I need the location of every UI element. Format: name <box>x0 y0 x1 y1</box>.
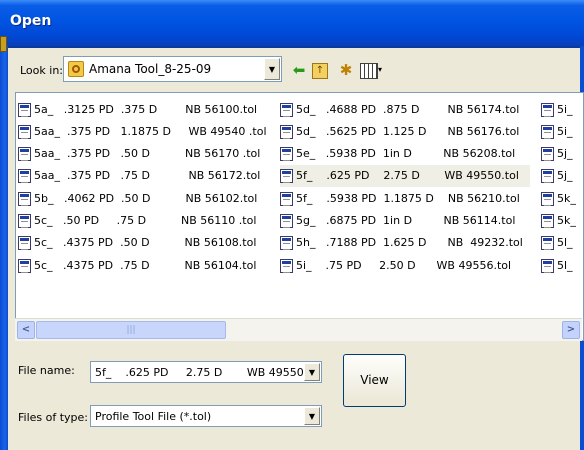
file-name-text: 5j_ <box>557 169 573 182</box>
files-of-type-label: Files of type: <box>18 411 89 424</box>
tol-file-icon <box>541 259 554 273</box>
tol-file-icon <box>280 103 293 117</box>
tol-file-icon <box>280 169 293 183</box>
tol-file-icon <box>541 236 554 250</box>
file-name-text: 5aa_ .375 PD 1.1875 D WB 49540 .tol <box>34 125 267 138</box>
look-in-label: Look in: <box>20 64 63 77</box>
look-in-value: Amana Tool_8-25-09 <box>89 62 212 76</box>
file-name-text: 5e_ .5938 PD 1in D NB 56208.tol <box>296 147 516 160</box>
tol-file-icon <box>541 147 554 161</box>
file-name-text: 5a_ .3125 PD .375 D NB 56100.tol <box>34 103 258 116</box>
scroll-right-icon[interactable]: > <box>562 321 580 339</box>
list-item[interactable]: 5aa_ .375 PD 1.1875 D WB 49540 .tol <box>18 121 267 143</box>
up-folder-icon[interactable]: ↑ <box>312 63 328 79</box>
scroll-left-icon[interactable]: < <box>17 321 35 339</box>
scroll-thumb[interactable]: ||| <box>36 321 226 339</box>
file-name-text: 5i_ <box>557 125 573 138</box>
file-name-text: 5aa_ .375 PD .50 D NB 56170 .tol <box>34 147 261 160</box>
list-item[interactable]: 5i_ <box>541 99 583 121</box>
tol-file-icon <box>541 169 554 183</box>
chevron-down-icon[interactable]: ▼ <box>304 363 320 381</box>
tol-file-icon <box>280 125 293 139</box>
list-item[interactable]: 5f_ .625 PD 2.75 D WB 49550.tol <box>280 165 530 187</box>
tol-file-icon <box>280 192 293 206</box>
file-name-text: 5d_ .5625 PD 1.125 D NB 56176.tol <box>296 125 520 138</box>
tol-file-icon <box>280 214 293 228</box>
tol-file-icon <box>541 103 554 117</box>
file-name-text: 5j_ <box>557 147 573 160</box>
list-item[interactable]: 5c_ .50 PD .75 D NB 56110 .tol <box>18 210 266 232</box>
list-item[interactable]: 5c_ .4375 PD .75 D NB 56104.tol <box>18 255 266 277</box>
file-name-text: 5c_ .4375 PD .50 D NB 56108.tol <box>34 236 257 249</box>
file-name-text: 5k_ <box>557 192 576 205</box>
list-item[interactable]: 5l_ <box>541 255 583 277</box>
tol-file-icon <box>541 125 554 139</box>
list-item[interactable]: 5k_ <box>541 188 583 210</box>
folder-icon <box>68 61 84 77</box>
tol-file-icon <box>18 125 31 139</box>
list-item[interactable]: 5d_ .4688 PD .875 D NB 56174.tol <box>280 99 530 121</box>
file-name-text: 5i_ <box>557 103 573 116</box>
chevron-down-icon[interactable]: ▼ <box>304 407 320 425</box>
file-name-text: 5d_ .4688 PD .875 D NB 56174.tol <box>296 103 520 116</box>
back-icon[interactable]: ⬅ <box>289 60 309 80</box>
tol-file-icon <box>18 169 31 183</box>
file-name-text: 5c_ .4375 PD .75 D NB 56104.tol <box>34 259 257 272</box>
file-name-text: 5g_ .6875 PD 1in D NB 56114.tol <box>296 214 516 227</box>
list-item[interactable]: 5k_ <box>541 210 583 232</box>
list-item[interactable]: 5h_ .7188 PD 1.625 D NB 49232.tol <box>280 232 530 254</box>
files-of-type-select[interactable]: Profile Tool File (*.tol) ▼ <box>90 405 322 427</box>
tol-file-icon <box>541 214 554 228</box>
list-item[interactable]: 5b_ .4062 PD .50 D NB 56102.tol <box>18 188 266 210</box>
horizontal-scrollbar[interactable]: < ||| > <box>15 318 582 341</box>
file-name-text: 5k_ <box>557 214 576 227</box>
tol-file-icon <box>18 147 31 161</box>
tol-file-icon <box>18 103 31 117</box>
list-item[interactable]: 5g_ .6875 PD 1in D NB 56114.tol <box>280 210 530 232</box>
tol-file-icon <box>541 192 554 206</box>
look-in-dropdown[interactable]: Amana Tool_8-25-09 ▼ <box>63 56 282 82</box>
list-item[interactable]: 5i_ <box>541 121 583 143</box>
tol-file-icon <box>280 259 293 273</box>
list-item[interactable]: 5a_ .3125 PD .375 D NB 56100.tol <box>18 99 266 121</box>
file-name-value: 5f_ .625 PD 2.75 D WB 49550 <box>95 366 304 379</box>
tol-file-icon <box>280 147 293 161</box>
tol-file-icon <box>18 236 31 250</box>
list-item[interactable]: 5l_ <box>541 232 583 254</box>
tol-file-icon <box>18 259 31 273</box>
window-frame-left <box>0 46 8 450</box>
list-item[interactable]: 5f_ .5938 PD 1.1875 D NB 56210.tol <box>280 188 530 210</box>
file-name-text: 5aa_ .375 PD .75 D NB 56172.tol <box>34 169 261 182</box>
file-name-text: 5f_ .5938 PD 1.1875 D NB 56210.tol <box>296 192 520 205</box>
list-item[interactable]: 5j_ <box>541 143 583 165</box>
file-name-text: 5b_ .4062 PD .50 D NB 56102.tol <box>34 192 258 205</box>
list-item[interactable]: 5d_ .5625 PD 1.125 D NB 56176.tol <box>280 121 530 143</box>
view-button[interactable]: View <box>343 354 406 407</box>
list-item[interactable]: 5j_ <box>541 165 583 187</box>
file-name-text: 5h_ .7188 PD 1.625 D NB 49232.tol <box>296 236 523 249</box>
list-item[interactable]: 5e_ .5938 PD 1in D NB 56208.tol <box>280 143 530 165</box>
file-name-label: File name: <box>18 364 75 377</box>
title-bar[interactable]: Open <box>0 0 584 48</box>
file-name-input[interactable]: 5f_ .625 PD 2.75 D WB 49550 ▼ <box>90 361 322 383</box>
file-name-text: 5l_ <box>557 259 573 272</box>
view-menu-caret-icon[interactable]: ▾ <box>376 60 384 80</box>
file-name-text: 5l_ <box>557 236 573 249</box>
new-folder-icon[interactable]: ✱ <box>336 60 356 80</box>
list-item[interactable]: 5aa_ .375 PD .75 D NB 56172.tol <box>18 165 266 187</box>
list-item[interactable]: 5i_ .75 PD 2.50 D WB 49556.tol <box>280 255 530 277</box>
tol-file-icon <box>280 236 293 250</box>
background-window-edge <box>0 36 7 52</box>
window-title: Open <box>10 13 52 29</box>
chevron-down-icon[interactable]: ▼ <box>264 58 280 80</box>
tol-file-icon <box>18 214 31 228</box>
list-item[interactable]: 5c_ .4375 PD .50 D NB 56108.tol <box>18 232 266 254</box>
file-list[interactable]: 5a_ .3125 PD .375 D NB 56100.tol 5d_ .468… <box>15 92 584 341</box>
file-name-text: 5c_ .50 PD .75 D NB 56110 .tol <box>34 214 257 227</box>
files-of-type-value: Profile Tool File (*.tol) <box>95 410 212 423</box>
list-item[interactable]: 5aa_ .375 PD .50 D NB 56170 .tol <box>18 143 266 165</box>
file-name-text: 5f_ .625 PD 2.75 D WB 49550.tol <box>296 169 519 182</box>
tol-file-icon <box>18 192 31 206</box>
file-name-text: 5i_ .75 PD 2.50 D WB 49556.tol <box>296 259 512 272</box>
